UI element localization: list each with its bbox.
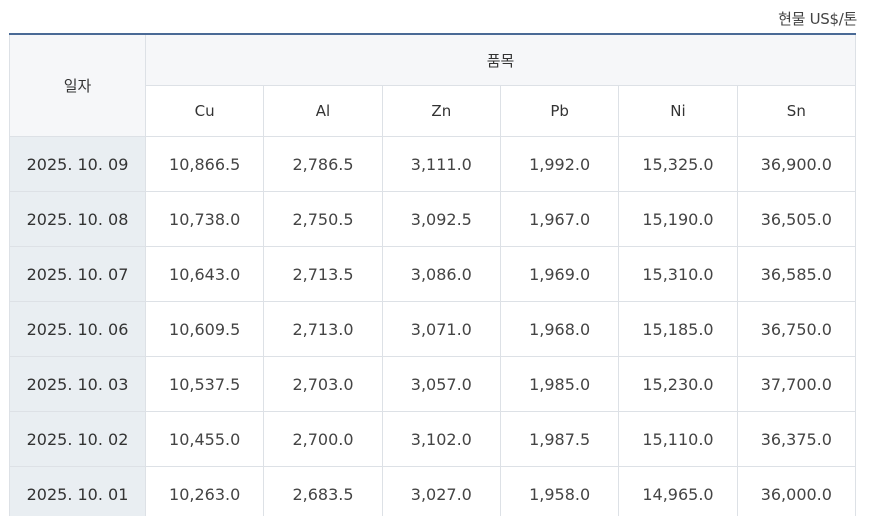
price-cell: 2,703.0 (263, 356, 383, 412)
metal-header-pb: Pb (499, 85, 620, 137)
price-cell: 36,585.0 (736, 246, 857, 302)
price-cell: 3,027.0 (381, 466, 501, 516)
price-cell: 1,992.0 (499, 136, 620, 192)
metal-header-zn: Zn (381, 85, 501, 137)
price-cell: 2,700.0 (263, 411, 383, 467)
price-table: 일자 품목 Cu Al Zn Pb Ni Sn 2025. 10. 09 10,… (9, 33, 857, 516)
price-cell: 10,263.0 (144, 466, 265, 516)
metal-header-cu: Cu (144, 85, 265, 137)
price-cell: 2,713.5 (263, 246, 383, 302)
table-row: 2025. 10. 02 10,455.0 2,700.0 3,102.0 1,… (9, 411, 857, 467)
header-row-top: 일자 품목 (9, 33, 856, 137)
table-body: 2025. 10. 09 10,866.5 2,786.5 3,111.0 1,… (9, 136, 857, 516)
price-cell: 10,537.5 (144, 356, 265, 412)
price-cell: 37,700.0 (736, 356, 857, 412)
price-cell: 15,190.0 (618, 191, 738, 247)
date-cell: 2025. 10. 01 (9, 466, 146, 516)
table-row: 2025. 10. 08 10,738.0 2,750.5 3,092.5 1,… (9, 191, 857, 247)
price-cell: 2,713.0 (263, 301, 383, 357)
price-cell: 14,965.0 (618, 466, 738, 516)
price-cell: 15,185.0 (618, 301, 738, 357)
table-row: 2025. 10. 09 10,866.5 2,786.5 3,111.0 1,… (9, 136, 857, 192)
price-cell: 1,968.0 (499, 301, 620, 357)
price-cell: 15,325.0 (618, 136, 738, 192)
date-column-header: 일자 (9, 33, 146, 137)
price-cell: 10,738.0 (144, 191, 265, 247)
table-row: 2025. 10. 01 10,263.0 2,683.5 3,027.0 1,… (9, 466, 857, 516)
table-row: 2025. 10. 03 10,537.5 2,703.0 3,057.0 1,… (9, 356, 857, 412)
metal-header-ni: Ni (618, 85, 738, 137)
price-cell: 1,967.0 (499, 191, 620, 247)
price-cell: 3,086.0 (381, 246, 501, 302)
date-cell: 2025. 10. 07 (9, 246, 146, 302)
price-cell: 2,786.5 (263, 136, 383, 192)
price-cell: 3,092.5 (381, 191, 501, 247)
price-cell: 3,111.0 (381, 136, 501, 192)
price-cell: 2,683.5 (263, 466, 383, 516)
table-header: 일자 품목 Cu Al Zn Pb Ni Sn (9, 33, 857, 137)
price-cell: 10,866.5 (144, 136, 265, 192)
price-cell: 15,310.0 (618, 246, 738, 302)
price-cell: 2,750.5 (263, 191, 383, 247)
table-row: 2025. 10. 06 10,609.5 2,713.0 3,071.0 1,… (9, 301, 857, 357)
price-cell: 1,969.0 (499, 246, 620, 302)
date-cell: 2025. 10. 08 (9, 191, 146, 247)
price-cell: 10,643.0 (144, 246, 265, 302)
price-cell: 10,609.5 (144, 301, 265, 357)
price-cell: 15,110.0 (618, 411, 738, 467)
price-cell: 10,455.0 (144, 411, 265, 467)
metal-header-al: Al (263, 85, 383, 137)
date-cell: 2025. 10. 09 (9, 136, 146, 192)
price-cell: 36,900.0 (736, 136, 857, 192)
price-cell: 36,375.0 (736, 411, 857, 467)
price-cell: 3,071.0 (381, 301, 501, 357)
price-cell: 3,057.0 (381, 356, 501, 412)
unit-label: 현물 US$/톤 (778, 10, 857, 28)
date-cell: 2025. 10. 06 (9, 301, 146, 357)
price-cell: 1,987.5 (499, 411, 620, 467)
date-cell: 2025. 10. 02 (9, 411, 146, 467)
metal-header-sn: Sn (736, 85, 857, 137)
item-group-header: 품목 (145, 33, 856, 86)
price-cell: 3,102.0 (381, 411, 501, 467)
date-cell: 2025. 10. 03 (9, 356, 146, 412)
price-cell: 1,958.0 (499, 466, 620, 516)
price-cell: 1,985.0 (499, 356, 620, 412)
price-table-container: 일자 품목 Cu Al Zn Pb Ni Sn 2025. 10. 09 10,… (9, 33, 857, 516)
price-cell: 36,750.0 (736, 301, 857, 357)
price-cell: 15,230.0 (618, 356, 738, 412)
table-row: 2025. 10. 07 10,643.0 2,713.5 3,086.0 1,… (9, 246, 857, 302)
price-cell: 36,000.0 (736, 466, 857, 516)
price-cell: 36,505.0 (736, 191, 857, 247)
